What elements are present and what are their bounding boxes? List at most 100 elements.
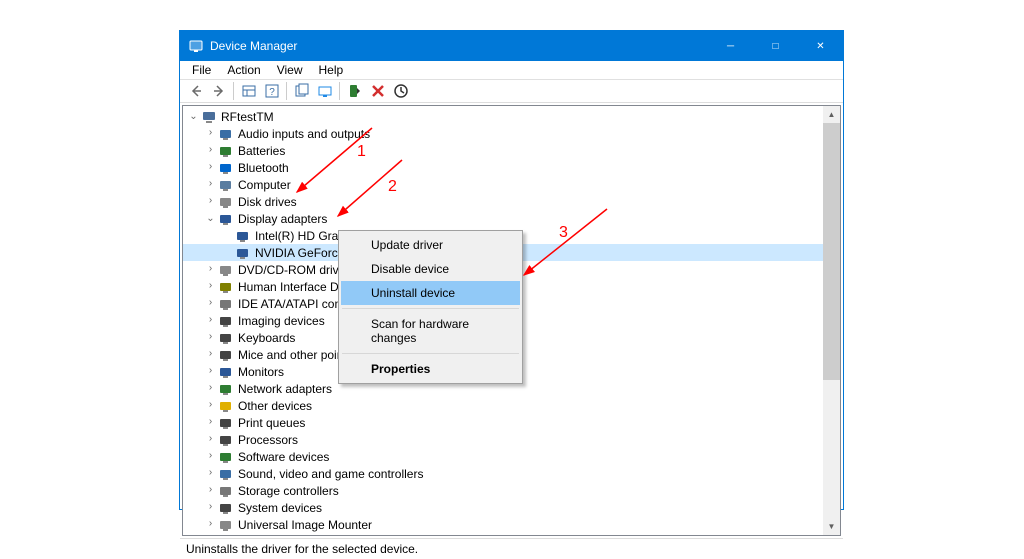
close-button[interactable]: ✕ — [798, 31, 843, 61]
device-label: Imaging devices — [236, 314, 327, 328]
tree-category[interactable]: ›Print queues — [183, 414, 840, 431]
forward-button[interactable] — [207, 80, 230, 102]
cm-properties[interactable]: Properties — [341, 357, 520, 381]
toolbar-separator — [233, 82, 234, 100]
tree-expander[interactable]: › — [204, 162, 217, 173]
cm-disable-device[interactable]: Disable device — [341, 257, 520, 281]
menu-help[interactable]: Help — [311, 61, 352, 79]
device-label: Universal Image Mounter — [236, 518, 374, 532]
tree-category[interactable]: › Batteries — [183, 142, 840, 159]
scroll-up-arrow[interactable]: ▲ — [823, 106, 840, 123]
tree-category[interactable]: ›Bluetooth — [183, 159, 840, 176]
device-icon — [201, 109, 217, 125]
cm-uninstall-device[interactable]: Uninstall device — [341, 281, 520, 305]
device-icon — [218, 262, 234, 278]
menu-view[interactable]: View — [269, 61, 311, 79]
maximize-button[interactable]: □ — [753, 31, 798, 61]
device-icon — [218, 313, 234, 329]
device-icon — [218, 398, 234, 414]
device-label: Audio inputs and outputs — [236, 127, 372, 141]
tree-expander[interactable]: › — [204, 468, 217, 479]
tree-expander[interactable]: › — [204, 502, 217, 513]
tree-category[interactable]: › Computer — [183, 176, 840, 193]
tree-category[interactable]: ›Software devices — [183, 448, 840, 465]
device-icon — [218, 500, 234, 516]
annotation-3: 3 — [559, 224, 568, 242]
device-icon — [218, 126, 234, 142]
tree-expander[interactable]: › — [204, 128, 217, 139]
device-label: Storage controllers — [236, 484, 341, 498]
tree-category[interactable]: › Other devices — [183, 397, 840, 414]
menu-file[interactable]: File — [184, 61, 219, 79]
device-label: RFtestTM — [219, 110, 276, 124]
scrollbar[interactable]: ▲ ▼ — [823, 106, 840, 535]
device-icon — [218, 449, 234, 465]
device-label: Display adapters — [236, 212, 329, 226]
tree-expander[interactable]: › — [204, 298, 217, 309]
back-button[interactable] — [184, 80, 207, 102]
titlebar[interactable]: Device Manager ─ □ ✕ — [180, 31, 843, 61]
device-label: DVD/CD-ROM drives — [236, 263, 353, 277]
tree-expander[interactable]: ⌄ — [204, 213, 217, 225]
tree-expander[interactable]: › — [204, 264, 217, 275]
cm-update-driver[interactable]: Update driver — [341, 233, 520, 257]
tree-expander[interactable]: › — [204, 485, 217, 496]
uninstall-button[interactable] — [366, 80, 389, 102]
device-icon — [218, 466, 234, 482]
tree-expander[interactable]: › — [204, 519, 217, 530]
tree-expander[interactable]: › — [204, 281, 217, 292]
update-button[interactable] — [313, 80, 336, 102]
cm-scan-hardware[interactable]: Scan for hardware changes — [341, 312, 520, 350]
scroll-down-arrow[interactable]: ▼ — [823, 518, 840, 535]
device-icon — [218, 279, 234, 295]
device-label: System devices — [236, 501, 324, 515]
show-hidden-button[interactable] — [237, 80, 260, 102]
properties-button[interactable] — [389, 80, 412, 102]
tree-expander[interactable]: › — [204, 417, 217, 428]
tree-category[interactable]: › Universal Image Mounter — [183, 516, 840, 533]
tree-category[interactable]: ›Processors — [183, 431, 840, 448]
tree-category[interactable]: › Audio inputs and outputs — [183, 125, 840, 142]
tree-category[interactable]: ›Disk drives — [183, 193, 840, 210]
help-button[interactable]: ? — [260, 80, 283, 102]
device-icon — [218, 160, 234, 176]
device-label: Other devices — [236, 399, 314, 413]
svg-text:?: ? — [269, 87, 275, 98]
context-menu-separator — [342, 353, 519, 354]
toolbar-separator — [286, 82, 287, 100]
enable-button[interactable] — [343, 80, 366, 102]
device-label: Network adapters — [236, 382, 334, 396]
tree-expander[interactable]: › — [204, 315, 217, 326]
tree-category[interactable]: ⌄ Display adapters — [183, 210, 840, 227]
tree-expander[interactable]: › — [204, 451, 217, 462]
device-label: Computer — [236, 178, 293, 192]
device-icon — [218, 432, 234, 448]
tree-expander[interactable]: › — [204, 383, 217, 394]
tree-expander[interactable]: › — [204, 332, 217, 343]
scan-button[interactable] — [290, 80, 313, 102]
scroll-track[interactable] — [823, 380, 840, 518]
tree-expander[interactable]: › — [204, 434, 217, 445]
device-icon — [218, 381, 234, 397]
minimize-button[interactable]: ─ — [708, 31, 753, 61]
tree-category[interactable]: › System devices — [183, 499, 840, 516]
app-icon — [188, 38, 204, 54]
tree-category[interactable]: › Storage controllers — [183, 482, 840, 499]
tree-expander[interactable]: › — [204, 349, 217, 360]
tree-category[interactable]: ›Sound, video and game controllers — [183, 465, 840, 482]
tree-expander[interactable]: › — [204, 145, 217, 156]
device-label: Mice and other point — [236, 348, 349, 362]
device-icon — [218, 194, 234, 210]
menu-action[interactable]: Action — [219, 61, 268, 79]
tree-expander[interactable]: › — [204, 366, 217, 377]
tree-expander[interactable]: › — [204, 196, 217, 207]
tree-root[interactable]: ⌄ RFtestTM — [183, 108, 840, 125]
tree-expander[interactable]: › — [204, 179, 217, 190]
device-icon — [218, 347, 234, 363]
device-icon — [218, 177, 234, 193]
tree-expander[interactable]: › — [204, 400, 217, 411]
tree-expander[interactable]: ⌄ — [187, 111, 200, 123]
device-label: Batteries — [236, 144, 287, 158]
device-label: Keyboards — [236, 331, 297, 345]
scroll-thumb[interactable] — [823, 123, 840, 380]
